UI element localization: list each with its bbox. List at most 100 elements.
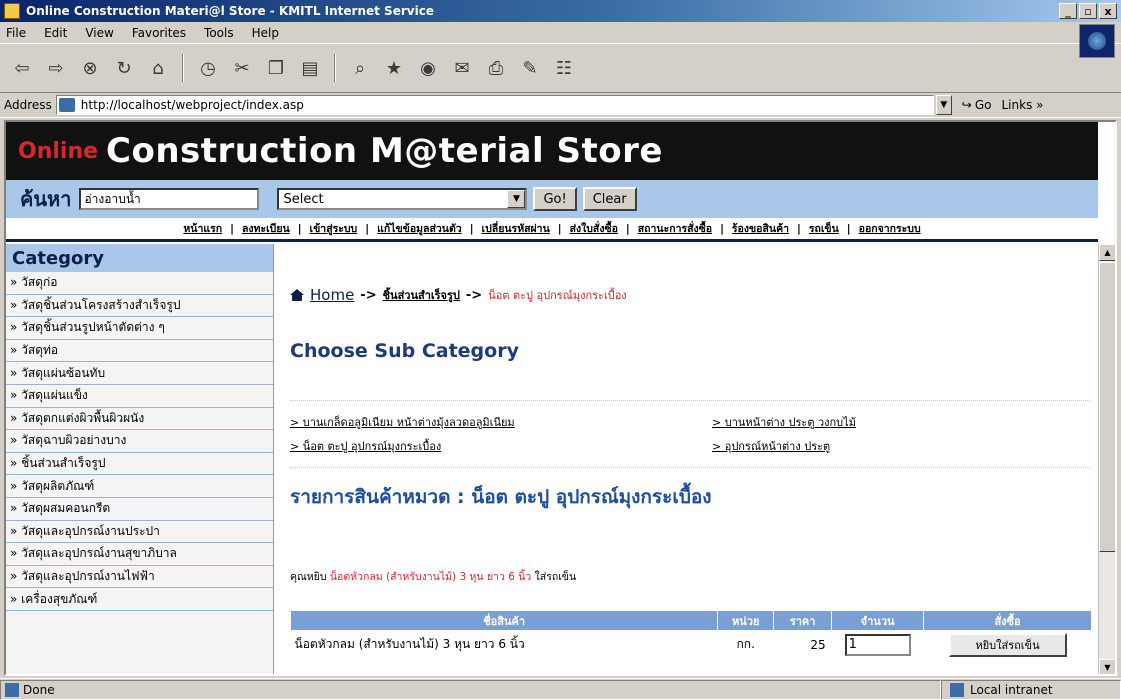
links-button[interactable]: Links » [1002, 98, 1044, 112]
breadcrumb-level1[interactable]: ชิ้นส่วนสำเร็จรูป [383, 286, 460, 304]
nav-request-product[interactable]: ร้องขอสินค้า [732, 220, 789, 237]
category-item[interactable]: » วัสดุตกแต่งผิวพื้นผิวผนัง [6, 408, 273, 431]
stop-icon[interactable]: ⊗ [76, 54, 104, 82]
category-item[interactable]: » วัสดุผสมคอนกรีต [6, 498, 273, 521]
column-header-price: ราคา [773, 610, 833, 631]
nav-separator: | [230, 222, 234, 235]
edit-icon[interactable]: ✎ [516, 54, 544, 82]
category-item[interactable]: » วัสดุแผ่นซ้อนทับ [6, 362, 273, 385]
nav-home[interactable]: หน้าแรก [183, 220, 222, 237]
scroll-down-icon[interactable]: ▼ [1099, 659, 1115, 674]
search-clear-button[interactable]: Clear [582, 187, 637, 211]
category-item[interactable]: » ชิ้นส่วนสำเร็จรูป [6, 453, 273, 476]
column-header-name: ชื่อสินค้า [289, 610, 719, 631]
category-item[interactable]: » วัสดุก่อ [6, 272, 273, 295]
add-to-cart-button[interactable]: หยิบใส่รถเข็น [948, 632, 1067, 657]
cart-notice-suffix: ใส่รถเข็น [534, 571, 577, 583]
menu-tools[interactable]: Tools [204, 26, 234, 40]
page-icon [58, 98, 75, 112]
vertical-scrollbar[interactable]: ▲ ▼ [1098, 244, 1115, 674]
minimize-button[interactable]: _ [1059, 3, 1077, 19]
nav-login[interactable]: เข้าสู่ระบบ [310, 220, 358, 237]
address-input[interactable]: http://localhost/webproject/index.asp [55, 95, 934, 115]
main-content: Home -> ชิ้นส่วนสำเร็จรูป -> น็อต ตะปู อ… [276, 244, 1098, 674]
category-item[interactable]: » วัสดุท่อ [6, 340, 273, 363]
column-header-qty: จำนวน [831, 610, 925, 631]
go-button[interactable]: ↪ Go [962, 98, 992, 112]
menu-view[interactable]: View [85, 26, 113, 40]
breadcrumb-home[interactable]: Home [310, 286, 354, 304]
category-item[interactable]: » วัสดุผลิตภัณฑ์ [6, 475, 273, 498]
sub-category-link[interactable]: > บานเกล็ดอลูมิเนียม หน้าต่างมุ้งลวดอลูม… [290, 413, 712, 431]
scrollbar-thumb[interactable] [1099, 262, 1115, 552]
category-select-value: Select [283, 191, 324, 207]
nav-logout[interactable]: ออกจากระบบ [859, 220, 921, 237]
toolbar-separator [182, 54, 184, 82]
product-price: 25 [773, 630, 832, 659]
copy-icon[interactable]: ❐ [262, 54, 290, 82]
category-item[interactable]: » วัสดุชิ้นส่วนโครงสร้างสำเร็จรูป [6, 295, 273, 318]
page-done-icon [5, 682, 19, 697]
search-input[interactable] [79, 188, 260, 210]
zone-text: Local intranet [970, 682, 1053, 697]
window-controls: _ ▫ x [1059, 3, 1117, 19]
category-item[interactable]: » เครื่องสุขภัณฑ์ [6, 588, 273, 611]
quantity-input[interactable] [844, 633, 911, 656]
sub-category-link[interactable]: > อุปกรณ์หน้าต่าง ประตู [712, 437, 1090, 455]
nav-separator: | [797, 222, 801, 235]
cart-notice-item: น็อตหัวกลม (สำหรับงานไม้) 3 หุน ยาว 6 นิ… [329, 571, 532, 583]
nav-separator: | [846, 222, 851, 235]
nav-change-password[interactable]: เปลี่ยนรหัสผ่าน [482, 220, 550, 237]
nav-register[interactable]: ลงทะเบียน [242, 220, 290, 237]
sub-category-link[interactable]: > น็อต ตะปู อุปกรณ์มุงกระเบื้อง [290, 437, 712, 455]
print-icon[interactable]: ⎙ [482, 54, 510, 82]
nav-cart[interactable]: รถเข็น [809, 220, 839, 237]
menu-edit[interactable]: Edit [44, 26, 67, 40]
cut-icon[interactable]: ✂ [228, 54, 256, 82]
maximize-button[interactable]: ▫ [1079, 3, 1097, 19]
category-item[interactable]: » วัสดุและอุปกรณ์งานสุขาภิบาล [6, 543, 273, 566]
home-icon [290, 289, 304, 301]
search-go-button[interactable]: Go! [533, 187, 577, 211]
status-text: Done [23, 682, 55, 697]
category-header: Category [6, 244, 273, 272]
scroll-up-icon[interactable]: ▲ [1099, 244, 1115, 261]
paste-icon[interactable]: ▤ [296, 54, 324, 82]
chevron-down-icon[interactable]: ▼ [507, 190, 526, 208]
forward-icon[interactable]: ⇨ [42, 54, 70, 82]
close-button[interactable]: x [1099, 3, 1117, 19]
nav-order-status[interactable]: สถานะการสั่งซื้อ [638, 220, 712, 237]
category-select[interactable]: Select ▼ [277, 188, 528, 210]
category-item[interactable]: » วัสดุและอุปกรณ์งานประปา [6, 521, 273, 544]
product-order-cell: หยิบใส่รถเข็น [923, 630, 1092, 659]
category-item[interactable]: » วัสดุฉาบผิวอย่างบาง [6, 430, 273, 453]
mail-icon[interactable]: ✉ [448, 54, 476, 82]
home-icon[interactable]: ⌂ [144, 54, 172, 82]
menu-favorites[interactable]: Favorites [132, 26, 186, 40]
nav-edit-profile[interactable]: แก้ไขข้อมูลส่วนตัว [377, 220, 462, 237]
nav-send-order[interactable]: ส่งใบสั่งซื้อ [570, 220, 618, 237]
category-item[interactable]: » วัสดุแผ่นแข็ง [6, 385, 273, 408]
sub-category-list: > บานเกล็ดอลูมิเนียม หน้าต่างมุ้งลวดอลูม… [290, 400, 1090, 468]
discuss-icon[interactable]: ☷ [550, 54, 578, 82]
address-dropdown-arrow[interactable]: ▼ [935, 95, 952, 115]
category-item[interactable]: » วัสดุและอุปกรณ์งานไฟฟ้า [6, 566, 273, 589]
breadcrumb-current: น็อต ตะปู อุปกรณ์มุงกระเบื้อง [488, 289, 627, 302]
favorites-icon[interactable]: ★ [380, 54, 408, 82]
nav-separator: | [625, 222, 630, 235]
history-icon[interactable]: ◷ [194, 54, 222, 82]
refresh-icon[interactable]: ↻ [110, 54, 138, 82]
site-nav: หน้าแรก | ลงทะเบียน | เข้าสู่ระบบ | แก้ไขข้… [6, 218, 1098, 242]
media-icon[interactable]: ◉ [414, 54, 442, 82]
menu-file[interactable]: File [6, 26, 26, 40]
go-arrow-icon: ↪ [961, 98, 972, 112]
search-icon[interactable]: ⌕ [346, 54, 374, 82]
site-online-label: Online [18, 138, 99, 164]
go-label: Go [974, 98, 992, 112]
search-bar: ค้นหา Select ▼ Go! Clear [6, 180, 1098, 218]
menu-help[interactable]: Help [252, 26, 279, 40]
sub-category-link[interactable]: > บานหน้าต่าง ประตู วงกบไม้ [712, 413, 1090, 431]
browser-toolbar: ⇦ ⇨ ⊗ ↻ ⌂ ◷ ✂ ❐ ▤ ⌕ ★ ◉ ✉ ⎙ ✎ ☷ [0, 46, 1080, 90]
back-icon[interactable]: ⇦ [8, 54, 36, 82]
category-item[interactable]: » วัสดุชิ้นส่วนรูปหน้าตัดต่าง ๆ [6, 317, 273, 340]
